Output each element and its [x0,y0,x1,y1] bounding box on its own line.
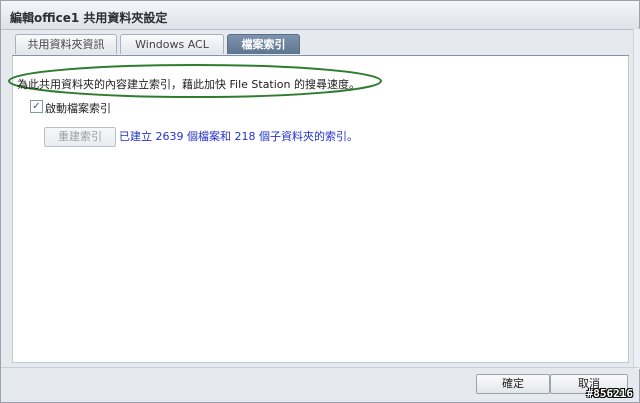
scrollbar[interactable] [633,29,640,369]
tab-file-index[interactable]: 檔案索引 [227,34,300,54]
enable-index-checkbox[interactable]: ✓ [30,100,43,113]
index-status: 已建立 2639 個檔案和 218 個子資料夾的索引。 [119,130,358,143]
tab-windows-acl[interactable]: Windows ACL [120,34,224,54]
ok-button[interactable]: 確定 [476,374,550,394]
enable-index-label[interactable]: 啟動檔案索引 [45,100,111,116]
dialog-title: 編輯office1 共用資料夾設定 [10,11,168,25]
tab-shared-folder-info[interactable]: 共用資料夾資訊 [15,34,117,54]
dialog-titlebar[interactable]: 編輯office1 共用資料夾設定 [1,1,639,30]
watermark: #856216 [586,387,633,400]
folder-settings-dialog: 編輯office1 共用資料夾設定 共用資料夾資訊 Windows ACL 檔案… [0,0,640,403]
index-description: 為此共用資料夾的內容建立索引，藉此加快 File Station 的搜尋速度。 [17,78,361,91]
footer-divider [1,367,639,368]
rebuild-index-button[interactable]: 重建索引 [44,127,116,147]
